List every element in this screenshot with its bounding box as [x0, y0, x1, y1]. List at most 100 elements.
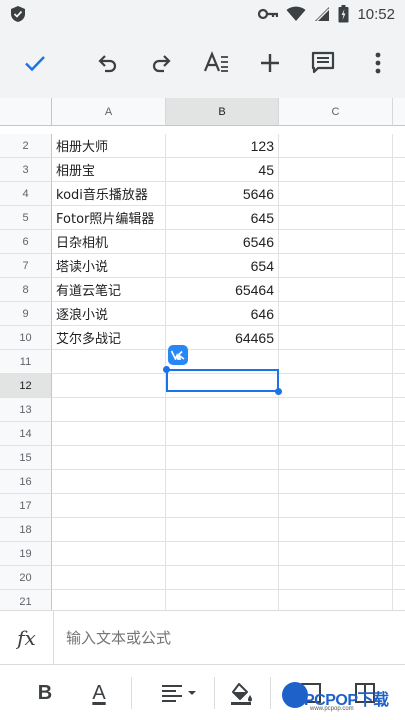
row-number[interactable]: 3 [0, 158, 52, 182]
cell-a[interactable] [52, 470, 166, 494]
cell-b[interactable] [166, 446, 279, 470]
row-number[interactable]: 11 [0, 350, 52, 374]
row-number[interactable]: 16 [0, 470, 52, 494]
cell-b[interactable]: 123 [166, 134, 279, 158]
cell-a[interactable] [52, 398, 166, 422]
row-number[interactable]: 10 [0, 326, 52, 350]
done-button[interactable] [17, 45, 53, 81]
cell-a[interactable] [52, 374, 166, 398]
cell-d[interactable] [393, 254, 405, 278]
cell-d[interactable] [393, 206, 405, 230]
cell-a[interactable] [52, 446, 166, 470]
cell-c[interactable] [279, 350, 393, 374]
cell-d[interactable] [393, 278, 405, 302]
column-header-c[interactable]: C [279, 98, 393, 126]
cell-a[interactable]: 逐浪小说 [52, 302, 166, 326]
row-number[interactable]: 21 [0, 590, 52, 610]
row-number[interactable]: 12 [0, 374, 52, 398]
row-number[interactable]: 20 [0, 566, 52, 590]
cell-a[interactable] [52, 542, 166, 566]
row-number[interactable]: 9 [0, 302, 52, 326]
cell-d[interactable] [393, 518, 405, 542]
cell-c[interactable] [279, 134, 393, 158]
cell-d[interactable] [393, 542, 405, 566]
cell-b[interactable]: 5646 [166, 182, 279, 206]
cell-c[interactable] [279, 398, 393, 422]
cell-b[interactable]: 45 [166, 158, 279, 182]
cell-c[interactable] [279, 158, 393, 182]
cell-d[interactable] [393, 590, 405, 610]
row-number[interactable]: 19 [0, 542, 52, 566]
cell-d[interactable] [393, 422, 405, 446]
cell-b[interactable] [166, 566, 279, 590]
cell-c[interactable] [279, 230, 393, 254]
cell-b[interactable] [166, 470, 279, 494]
cell-c[interactable] [279, 254, 393, 278]
row-number[interactable]: 14 [0, 422, 52, 446]
cell-d[interactable] [393, 398, 405, 422]
cell-b[interactable] [166, 398, 279, 422]
cell-c[interactable] [279, 326, 393, 350]
undo-button[interactable] [90, 45, 126, 81]
cell-b[interactable] [166, 374, 279, 398]
cell-d[interactable] [393, 230, 405, 254]
cell-a[interactable]: 相册大师 [52, 134, 166, 158]
row-number[interactable]: 13 [0, 398, 52, 422]
cell-c[interactable] [279, 566, 393, 590]
cell-a[interactable]: 相册宝 [52, 158, 166, 182]
cell-b[interactable]: 6546 [166, 230, 279, 254]
cell-a[interactable] [52, 422, 166, 446]
cell-a[interactable] [52, 566, 166, 590]
cell-b[interactable] [166, 494, 279, 518]
cell-b[interactable] [166, 518, 279, 542]
cell-b[interactable] [166, 542, 279, 566]
row-number[interactable]: 2 [0, 134, 52, 158]
cell-a[interactable]: Fotor照片编辑器 [52, 206, 166, 230]
select-all-corner[interactable] [0, 98, 52, 126]
cell-a[interactable]: kodi音乐播放器 [52, 182, 166, 206]
cell-c[interactable] [279, 374, 393, 398]
formula-input[interactable] [66, 625, 386, 651]
cell-a[interactable]: 有道云笔记 [52, 278, 166, 302]
row-number[interactable]: 7 [0, 254, 52, 278]
cell-a[interactable]: 塔读小说 [52, 254, 166, 278]
cell-c[interactable] [279, 278, 393, 302]
cell-b[interactable]: 646 [166, 302, 279, 326]
text-format-button[interactable] [198, 45, 234, 81]
row-number[interactable]: 5 [0, 206, 52, 230]
cell-d[interactable] [393, 302, 405, 326]
cell-a[interactable]: 艾尔多战记 [52, 326, 166, 350]
cell-b[interactable]: 645 [166, 206, 279, 230]
redo-button[interactable] [143, 45, 179, 81]
cell-d[interactable] [393, 158, 405, 182]
fx-button[interactable]: fx [0, 611, 54, 665]
vk-app-icon[interactable] [168, 345, 188, 365]
row-number[interactable]: 15 [0, 446, 52, 470]
cell-c[interactable] [279, 494, 393, 518]
cell-c[interactable] [279, 182, 393, 206]
fill-color-button[interactable] [226, 675, 256, 711]
cell-b[interactable]: 65464 [166, 278, 279, 302]
cell-c[interactable] [279, 422, 393, 446]
text-color-button[interactable]: A [85, 675, 113, 711]
insert-button[interactable] [252, 45, 288, 81]
column-header-d[interactable] [393, 98, 405, 126]
cell-c[interactable] [279, 590, 393, 610]
row-number[interactable]: 6 [0, 230, 52, 254]
cell-d[interactable] [393, 494, 405, 518]
cell-c[interactable] [279, 446, 393, 470]
cell-a[interactable] [52, 494, 166, 518]
cell-a[interactable] [52, 350, 166, 374]
cell-c[interactable] [279, 302, 393, 326]
cell-c[interactable] [279, 542, 393, 566]
more-options-button[interactable] [360, 45, 396, 81]
cell-b[interactable] [166, 422, 279, 446]
comment-button[interactable] [305, 45, 341, 81]
column-header-a[interactable]: A [52, 98, 166, 126]
column-header-b[interactable]: B [166, 98, 279, 126]
cell-d[interactable] [393, 374, 405, 398]
cell-d[interactable] [393, 470, 405, 494]
row-number[interactable]: 17 [0, 494, 52, 518]
spreadsheet-grid[interactable]: A B C 2 相册大师 123 3 相册宝 45 4 kodi音乐播放器 5646 5 Fotor… [0, 98, 405, 610]
cell-a[interactable] [52, 518, 166, 542]
